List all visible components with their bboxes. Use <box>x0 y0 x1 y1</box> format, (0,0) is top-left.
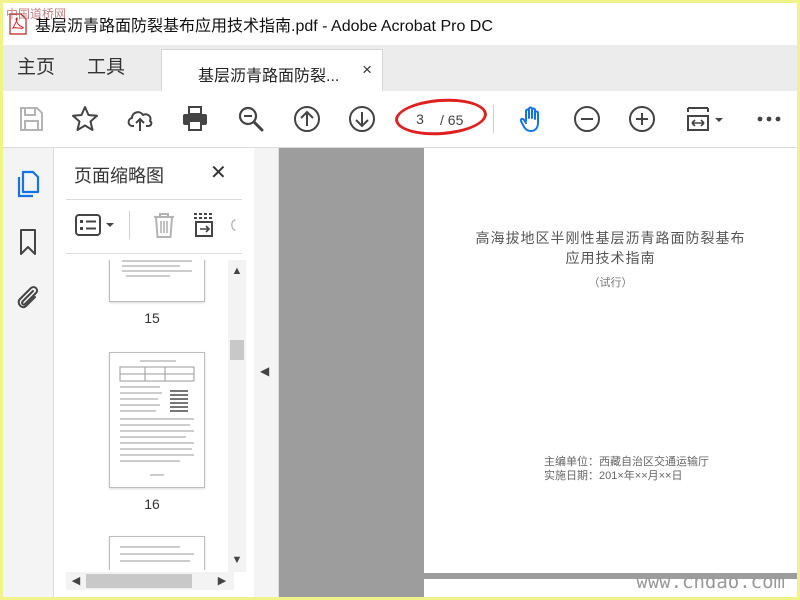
thumbnail-label: 15 <box>144 310 160 326</box>
upload-cloud-button[interactable] <box>124 103 156 135</box>
zoom-in-icon <box>629 106 655 132</box>
bookmarks-button[interactable] <box>12 226 44 258</box>
document-page: 高海拔地区半刚性基层沥青路面防裂基布 应用技术指南 （试行） 主编单位：西藏自治… <box>424 148 797 573</box>
watermark-top-left: 中国道桥网 <box>6 7 67 21</box>
save-icon <box>20 107 43 131</box>
panel-tool-divider <box>129 211 130 239</box>
thumbnail-page-15[interactable] <box>109 260 205 302</box>
save-button[interactable] <box>15 103 47 135</box>
thumbnail-page-17[interactable] <box>109 536 205 570</box>
hand-tool-button[interactable] <box>516 103 548 135</box>
document-title-line-2: 应用技术指南 <box>565 251 656 267</box>
thumbnail-vertical-scrollbar[interactable]: ▲ ▼ <box>228 260 246 572</box>
scroll-left-arrow-icon[interactable]: ◀ <box>68 573 84 589</box>
bookmark-star-button[interactable] <box>69 103 101 135</box>
scroll-thumb[interactable] <box>86 574 192 588</box>
page-up-icon <box>294 106 320 132</box>
page-text-preview <box>119 360 195 476</box>
delete-page-button[interactable] <box>150 211 178 239</box>
left-rail <box>3 148 54 597</box>
watermark-bottom-right: www.cndao.com <box>636 571 785 593</box>
tab-tools[interactable]: 工具 <box>87 45 125 91</box>
toolbar-divider <box>493 105 494 133</box>
zoom-out-icon <box>574 106 600 132</box>
trash-icon <box>154 213 174 238</box>
scroll-down-arrow-icon[interactable]: ▼ <box>229 552 245 568</box>
page-text-preview <box>120 546 194 562</box>
print-button[interactable] <box>179 103 211 135</box>
page-down-icon <box>349 106 375 132</box>
panel-title: 页面缩略图 <box>74 166 164 186</box>
scroll-thumb[interactable] <box>230 340 244 360</box>
document-viewer[interactable]: 高海拔地区半刚性基层沥青路面防裂基布 应用技术指南 （试行） 主编单位：西藏自治… <box>279 148 797 597</box>
thumbnail-label: 16 <box>144 496 160 512</box>
fit-page-dropdown[interactable] <box>684 103 726 135</box>
panel-toolbar-divider <box>66 253 242 254</box>
title-bar: 基层沥青路面防裂基布应用技术指南.pdf - Adobe Acrobat Pro… <box>3 3 797 45</box>
page-text-preview <box>122 260 192 277</box>
tab-document[interactable]: 基层沥青路面防裂... × <box>161 49 383 91</box>
app-window: 基层沥青路面防裂基布应用技术指南.pdf - Adobe Acrobat Pro… <box>3 3 797 597</box>
scroll-up-arrow-icon[interactable]: ▲ <box>229 263 245 279</box>
tab-home[interactable]: 主页 <box>17 45 55 91</box>
print-icon <box>183 106 207 131</box>
scroll-right-arrow-icon[interactable]: ▶ <box>214 573 230 589</box>
thumbnails-panel: 页面缩略图 ✕ 15 16 ▲ ▼ ◀ ▶ <box>54 148 254 597</box>
thumbnail-options-button[interactable] <box>74 211 120 239</box>
zoom-search-button[interactable] <box>235 103 267 135</box>
close-tab-button[interactable]: × <box>362 60 372 80</box>
thumbnail-list: 15 16 <box>54 260 230 570</box>
upload-cloud-icon <box>127 111 153 131</box>
red-circle-annotation <box>393 95 489 139</box>
zoom-search-icon <box>238 106 264 132</box>
thumbnail-horizontal-scrollbar[interactable]: ◀ ▶ <box>66 572 234 590</box>
rotate-page-button[interactable] <box>228 211 242 239</box>
window-title: 基层沥青路面防裂基布应用技术指南.pdf - Adobe Acrobat Pro… <box>35 18 493 35</box>
pages-icon <box>17 170 40 198</box>
fit-page-icon <box>687 107 723 131</box>
page-thumbnails-button[interactable] <box>12 168 44 200</box>
page-up-button[interactable] <box>291 103 323 135</box>
hand-tool-icon <box>519 106 539 132</box>
extract-page-button[interactable] <box>190 211 218 239</box>
more-icon <box>757 116 781 122</box>
document-subtitle: （试行） <box>588 277 633 289</box>
attachments-button[interactable] <box>12 282 44 314</box>
toolbar: / 65 <box>3 91 797 148</box>
document-date-line: 实施日期：201×年××月××日 <box>544 470 683 482</box>
more-options-button[interactable] <box>753 103 785 135</box>
page-down-button[interactable] <box>346 103 378 135</box>
thumbnail-options-icon <box>75 214 114 236</box>
zoom-out-button[interactable] <box>571 103 603 135</box>
bookmark-icon <box>20 229 36 255</box>
collapse-panel-strip[interactable]: ◀ <box>254 148 279 597</box>
bookmark-star-icon <box>72 106 98 131</box>
tab-bar: 主页 工具 基层沥青路面防裂... × <box>3 45 797 92</box>
document-tab-label: 基层沥青路面防裂... <box>198 68 340 85</box>
page-navigator: / 65 <box>393 95 489 139</box>
panel-divider <box>66 199 242 200</box>
zoom-in-button[interactable] <box>626 103 658 135</box>
close-panel-button[interactable]: ✕ <box>210 160 227 185</box>
thumbnail-page-16[interactable] <box>109 352 205 488</box>
attachment-icon <box>17 286 39 309</box>
collapse-arrow-icon[interactable]: ◀ <box>260 364 269 378</box>
document-title-line-1: 高海拔地区半刚性基层沥青路面防裂基布 <box>475 231 746 247</box>
extract-page-icon <box>194 213 214 237</box>
rotate-icon <box>231 219 236 231</box>
